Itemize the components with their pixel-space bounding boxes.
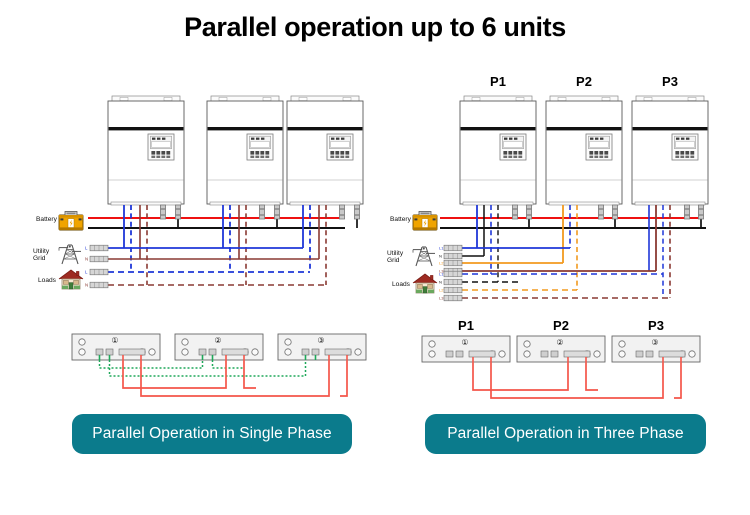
- house-icon: [58, 269, 84, 290]
- label-battery-left: Battery: [36, 216, 57, 223]
- label-utility-grid-right-line2: Grid: [387, 257, 400, 264]
- comm-cable-red-2-3: [140, 361, 330, 397]
- pylon-icon: [58, 244, 82, 265]
- comm-panel-number-1: ①: [111, 336, 119, 345]
- comm-panel-label-p2: P2: [553, 318, 569, 333]
- comm-panel-label-p3: P3: [648, 318, 664, 333]
- comm-cable-green-1-2: [98, 360, 204, 369]
- inverter-unit-2: [206, 95, 284, 206]
- house-icon: [412, 273, 438, 294]
- comm-cable-red-p1-p2: [472, 363, 569, 391]
- comm-cable-green-2-3: [108, 360, 307, 377]
- battery-icon: [58, 211, 84, 231]
- label-loads-right: Loads: [392, 281, 410, 288]
- comm-panel-number-p2: ②: [556, 338, 564, 347]
- inverter-unit-p1: [459, 95, 537, 206]
- inverter-label-p2: P2: [576, 74, 592, 89]
- comm-panel-number-p1: ①: [461, 338, 469, 347]
- svg-text:L: L: [85, 269, 88, 274]
- svg-text:N: N: [439, 253, 442, 258]
- svg-text:N: N: [85, 256, 88, 261]
- right-diagram-wiring: L1 N L2 L3 L1 N L2 L3: [412, 95, 709, 399]
- comm-panel-number-3: ③: [317, 336, 325, 345]
- inverter-label-p3: P3: [662, 74, 678, 89]
- inverter-unit-p3: [631, 95, 709, 206]
- svg-text:N: N: [439, 279, 442, 284]
- caption-single-phase[interactable]: Parallel Operation in Single Phase: [72, 414, 352, 454]
- diagram-canvas: Parallel operation up to 6 units L N L N…: [0, 0, 750, 515]
- battery-icon: [412, 211, 438, 231]
- comm-cable-red-1-2: [122, 361, 227, 389]
- svg-text:N: N: [85, 282, 88, 287]
- svg-text:L1: L1: [439, 245, 444, 250]
- comm-panel-label-p1: P1: [458, 318, 474, 333]
- comm-panel-number-p3: ③: [651, 338, 659, 347]
- pylon-icon: [412, 246, 436, 267]
- label-loads-left: Loads: [38, 277, 56, 284]
- inverter-label-p1: P1: [490, 74, 506, 89]
- comm-cable-red-p2-p3: [490, 363, 664, 399]
- svg-text:L1: L1: [439, 271, 444, 276]
- inverter-unit-p2: [545, 95, 623, 206]
- comm-panel-number-2: ②: [214, 336, 222, 345]
- svg-text:L2: L2: [439, 260, 444, 265]
- inverter-unit-3: [286, 95, 364, 206]
- svg-text:L: L: [85, 245, 88, 250]
- svg-text:L2: L2: [439, 287, 444, 292]
- svg-text:L3: L3: [439, 295, 444, 300]
- label-battery-right: Battery: [390, 216, 411, 223]
- left-diagram-wiring: L N L N: [58, 95, 367, 397]
- caption-three-phase[interactable]: Parallel Operation in Three Phase: [425, 414, 706, 454]
- inverter-unit-1: [107, 95, 185, 206]
- label-utility-grid-left-line2: Grid: [33, 255, 46, 262]
